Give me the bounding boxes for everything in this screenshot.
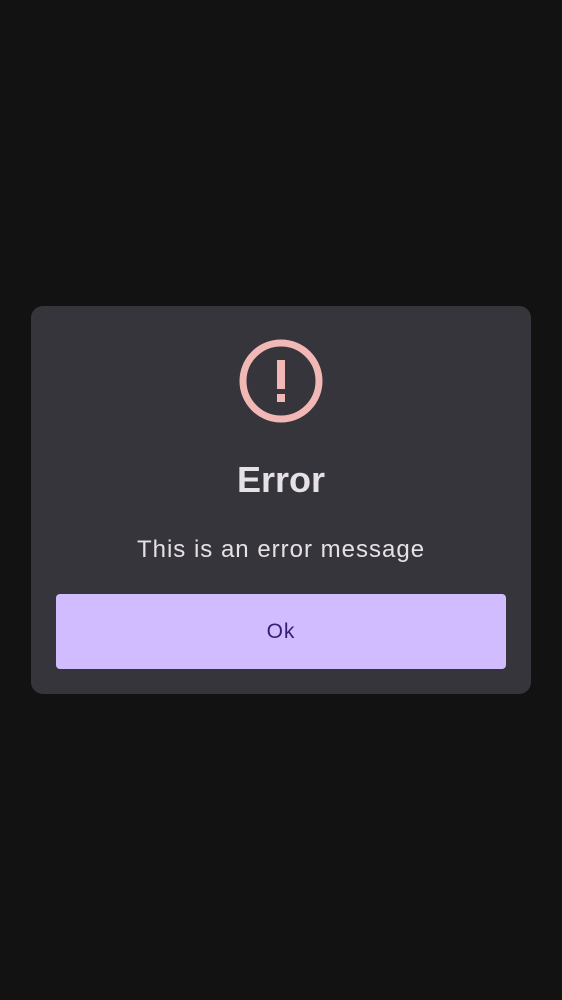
dialog-message: This is an error message bbox=[136, 536, 426, 563]
ok-button[interactable]: Ok bbox=[56, 594, 506, 669]
error-exclamation-icon bbox=[238, 338, 324, 424]
ok-button-label: Ok bbox=[266, 619, 296, 643]
dialog-title: Error bbox=[236, 459, 326, 500]
error-dialog: Error This is an error message Ok bbox=[31, 306, 531, 694]
